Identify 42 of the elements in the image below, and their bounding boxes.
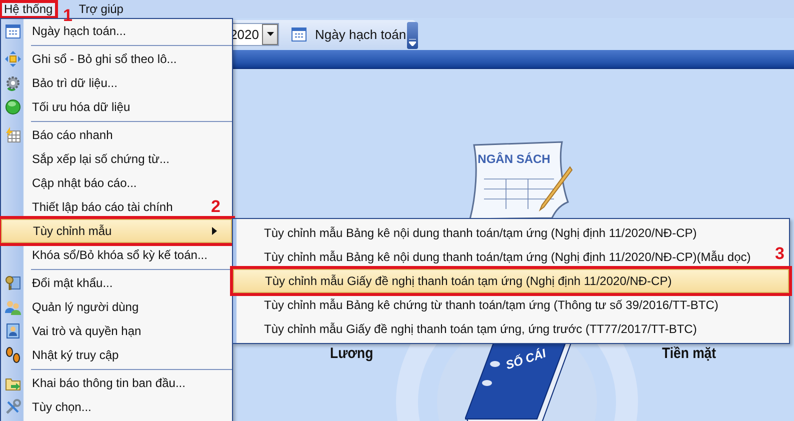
key-icon — [4, 275, 20, 291]
module-label: Lương — [330, 345, 374, 362]
table-report-icon — [4, 127, 20, 143]
calendar-icon — [4, 23, 20, 39]
submenu-item[interactable]: Tùy chỉnh mẫu Bảng kê chứng từ thanh toán/tạm ứng (Thông tư số 39/2016/TT-BTC) — [233, 293, 724, 317]
person-card-icon — [4, 323, 20, 339]
footprints-icon — [4, 347, 20, 363]
menu-item[interactable]: Đổi mật khẩu... — [1, 271, 119, 295]
menu-item[interactable]: Sắp xếp lại số chứng từ... — [1, 147, 176, 171]
menu-item[interactable]: Báo cáo nhanh — [1, 123, 119, 147]
menu-item[interactable]: Ghi sổ - Bỏ ghi sổ theo lô... — [1, 47, 183, 71]
caret-icon — [266, 32, 274, 36]
menu-item[interactable]: Nhật ký truy cập — [1, 343, 125, 367]
annotation-number: 2 — [211, 198, 220, 215]
annotation-number: 3 — [775, 245, 784, 262]
tools-icon — [4, 399, 20, 415]
submenu-item[interactable]: Tùy chỉnh mẫu Bảng kê nội dung thanh toán/tạm ứng (Nghị định 11/2020/NĐ-CP)(Mẫu dọc) — [233, 245, 757, 269]
menu-bar-item[interactable]: Hệ thống — [0, 0, 57, 18]
menu-item[interactable]: Bảo trì dữ liệu... — [1, 71, 124, 95]
menu-bar-item[interactable]: Trợ giúp — [74, 0, 128, 18]
submenu-arrow-icon — [212, 227, 217, 235]
menu-item[interactable]: Tùy chọn... — [1, 395, 98, 419]
menu-item[interactable]: Thiết lập báo cáo tài chính — [1, 195, 179, 219]
menu-item[interactable]: Cập nhật báo cáo... — [1, 171, 143, 195]
four-way-arrows-icon — [4, 51, 20, 67]
gear-icon — [4, 75, 20, 91]
menu-item[interactable]: Khai báo thông tin ban đầu... — [1, 371, 192, 395]
menu-item[interactable]: Vai trò và quyền hạn — [1, 319, 148, 343]
users-icon — [4, 299, 20, 315]
menu-item[interactable]: Khóa sổ/Bỏ khóa sổ kỳ kế toán... — [1, 243, 214, 267]
menu-item[interactable]: Quản lý người dùng — [1, 295, 145, 319]
chevron-down-icon — [409, 38, 416, 46]
submenu-item[interactable]: Tùy chỉnh mẫu Giấy đề nghị thanh toán tạm ứng (Nghị định 11/2020/NĐ-CP) — [233, 269, 789, 293]
menu-item[interactable]: Tùy chỉnh mẫu — [1, 219, 232, 243]
submenu-item[interactable]: Tùy chỉnh mẫu Giấy đề nghị thanh toán tạm ứng, ứng trước (TT77/2017/TT-BTC) — [233, 317, 703, 341]
menu-item[interactable]: Tối ưu hóa dữ liệu — [1, 95, 136, 119]
dropdown-button[interactable] — [262, 24, 278, 44]
toolbar-overflow-button[interactable] — [407, 22, 418, 48]
submenu-item[interactable]: Tùy chỉnh mẫu Bảng kê nội dung thanh toán/tạm ứng (Nghị định 11/2020/NĐ-CP) — [233, 221, 703, 245]
calendar-icon — [291, 26, 307, 42]
module-label: Tiền mặt — [662, 345, 716, 362]
orb-icon — [4, 99, 20, 115]
